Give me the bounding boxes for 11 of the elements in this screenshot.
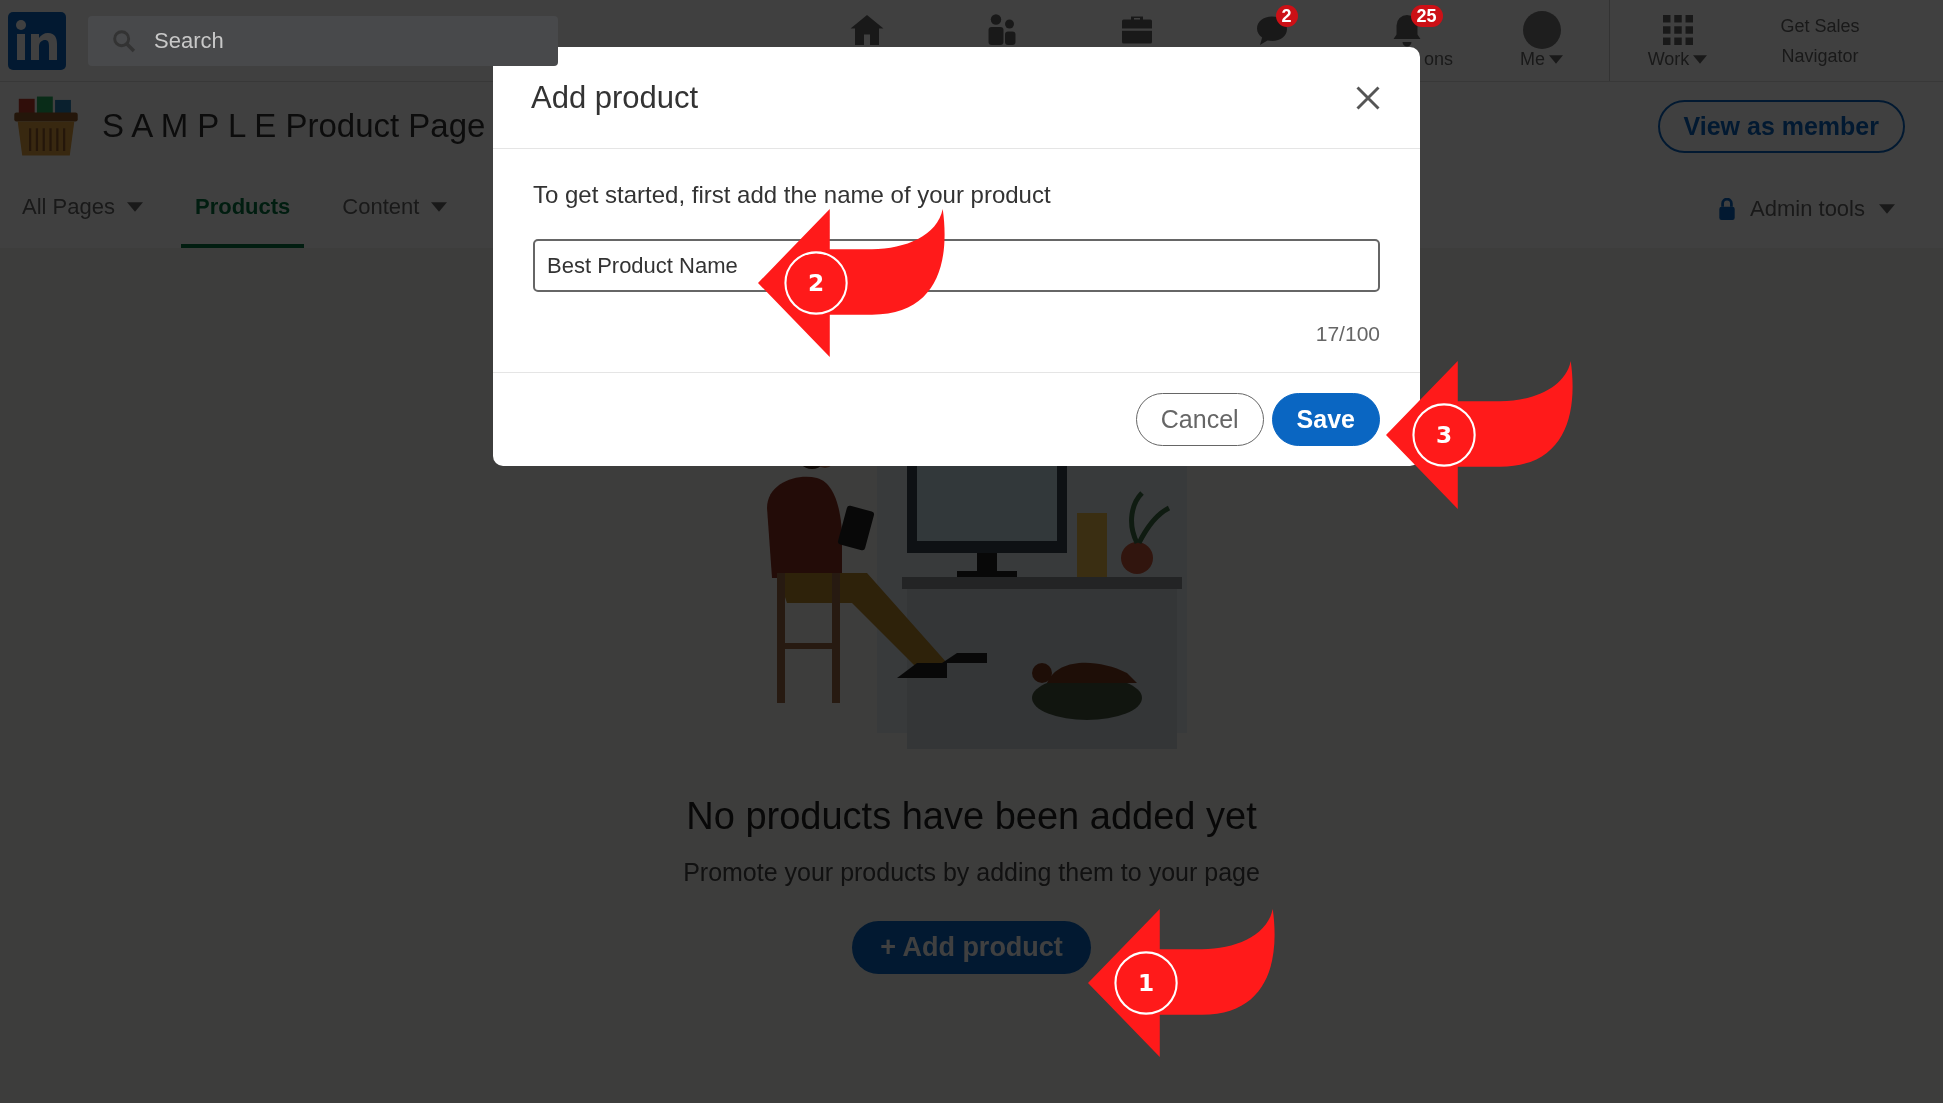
step-number: 2 xyxy=(784,251,848,315)
cancel-button[interactable]: Cancel xyxy=(1135,393,1264,446)
search-input[interactable]: Search xyxy=(152,26,536,55)
character-counter: 17/100 xyxy=(1314,322,1380,346)
dialog-prompt: To get started, first add the name of your product xyxy=(533,181,1052,209)
save-button[interactable]: Save xyxy=(1271,393,1380,446)
dialog-title: Add product xyxy=(531,79,699,116)
close-icon[interactable] xyxy=(1354,83,1382,112)
step-number: 3 xyxy=(1412,403,1476,467)
search-field[interactable]: Search xyxy=(88,15,558,66)
step-number: 1 xyxy=(1114,951,1178,1015)
